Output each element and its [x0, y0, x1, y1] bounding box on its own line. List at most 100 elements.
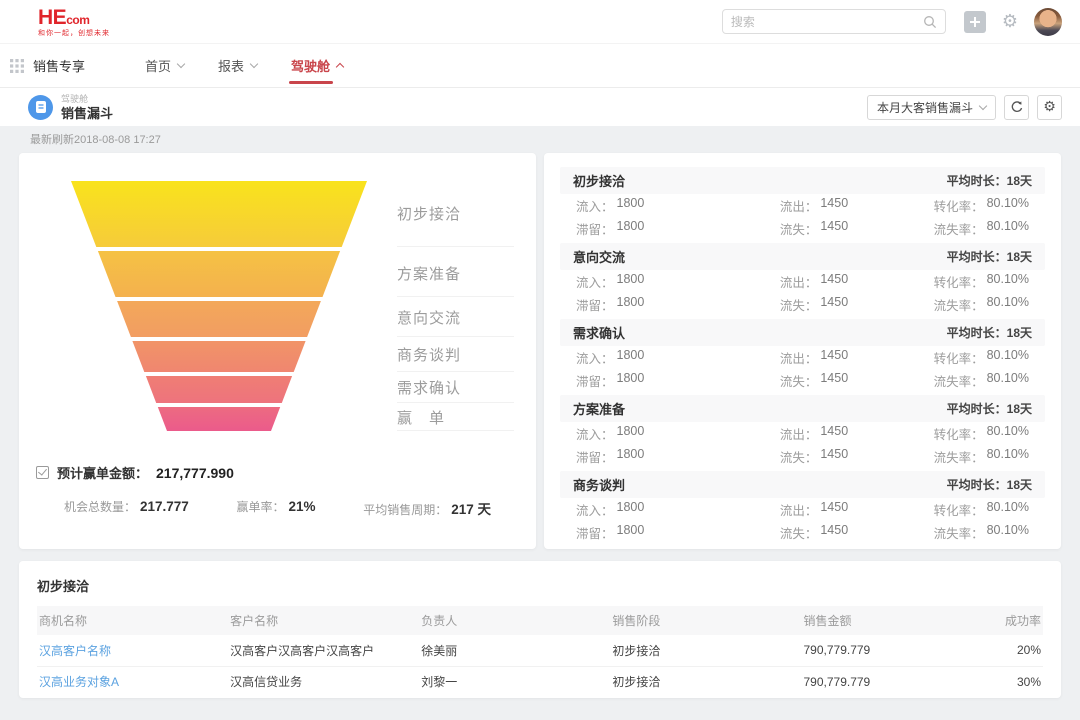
metric-inflow: 流入： 1800 [576, 348, 780, 367]
stage-section: 商务谈判 平均时长：18天 流入： 1800 流出： 1450 转化率： 80.… [560, 471, 1045, 544]
funnel-segment[interactable] [69, 181, 369, 247]
logo-he: HE [38, 6, 66, 29]
chevron-down-icon [177, 60, 185, 68]
cell-stage: 初步接洽 [610, 635, 801, 666]
dashboard-doc-icon [28, 95, 53, 120]
expected-amount-row: 预计赢单金额： 217,777.990 [36, 463, 536, 482]
page-title-bar: 驾驶舱 销售漏斗 本月大客销售漏斗 ⚙ [0, 88, 1080, 126]
col-success-rate: 成功率 [962, 606, 1043, 635]
nav-item-reports[interactable]: 报表 [218, 44, 257, 87]
chevron-down-icon [250, 60, 258, 68]
funnel-segment[interactable] [69, 251, 369, 297]
stage-metric-row: 流入： 1800 流出： 1450 转化率： 80.10% [560, 194, 1045, 217]
stage-section: 意向交流 平均时长：18天 流入： 1800 流出： 1450 转化率： 80.… [560, 243, 1045, 316]
metric-lost: 流失： 1450 [780, 523, 916, 542]
col-sales-stage: 销售阶段 [610, 606, 801, 635]
cell-amount: 790,779.779 [802, 666, 963, 697]
funnel-stage-label: 需求确认 [397, 377, 514, 403]
nav-bar: 销售专享 首页 报表 驾驶舱 [0, 44, 1080, 88]
cell-amount: 790,779.779 [802, 635, 963, 666]
app-grid-icon[interactable] [10, 59, 24, 73]
metric-loss-rate: 流失率： 80.10% [916, 523, 1029, 542]
stage-duration: 平均时长：18天 [947, 476, 1032, 493]
funnel-segment[interactable] [69, 376, 369, 403]
funnel-stage-label: 商务谈判 [397, 344, 514, 372]
top-header: HEcom 和你一起，创想未来 ⚙ [0, 0, 1080, 44]
stat-label: 机会总数量： [64, 498, 136, 515]
opportunity-link[interactable]: 汉高客户名称 [39, 644, 111, 658]
expected-amount-label: 预计赢单金额： [57, 463, 148, 482]
duration-label: 平均时长： [947, 250, 1007, 264]
add-button[interactable] [964, 11, 986, 33]
stage-metric-row: 滞留： 1800 流失： 1450 流失率： 80.10% [560, 293, 1045, 316]
table-title: 初步接洽 [37, 576, 1043, 595]
stage-metric-row: 流入： 1800 流出： 1450 转化率： 80.10% [560, 346, 1045, 369]
user-avatar[interactable] [1034, 8, 1062, 36]
funnel-segment[interactable] [69, 407, 369, 431]
funnel-stage-label: 意向交流 [397, 307, 514, 337]
refresh-button[interactable] [1004, 95, 1029, 120]
cell-owner: 徐美丽 [419, 635, 610, 666]
metric-conversion-rate: 转化率： 80.10% [916, 196, 1029, 215]
opportunity-table-card: 初步接洽 商机名称 客户名称 负责人 销售阶段 销售金额 成功率 汉高客户名称 … [19, 561, 1061, 698]
metric-stagnant: 滞留： 1800 [576, 523, 780, 542]
nav-items: 首页 报表 驾驶舱 [145, 44, 343, 87]
stage-metric-row: 流入： 1800 流出： 1450 转化率： 80.10% [560, 422, 1045, 445]
stage-name: 意向交流 [573, 247, 625, 266]
logo-text: HEcom [38, 7, 110, 28]
nav-item-home[interactable]: 首页 [145, 44, 184, 87]
metric-outflow: 流出： 1450 [780, 424, 916, 443]
metric-conversion-rate: 转化率： 80.10% [916, 272, 1029, 291]
stat-value: 217 天 [451, 498, 491, 518]
last-refreshed-text: 最新刷新2018-08-08 17:27 [0, 126, 1080, 153]
funnel-selector-dropdown[interactable]: 本月大客销售漏斗 [867, 95, 996, 120]
metric-inflow: 流入： 1800 [576, 272, 780, 291]
stage-header: 方案准备 平均时长：18天 [560, 395, 1045, 422]
funnel-segment[interactable] [69, 301, 369, 337]
metric-inflow: 流入： 1800 [576, 196, 780, 215]
funnel-segment[interactable] [69, 341, 369, 372]
table-row[interactable]: 汉高业务对象A 汉高信贷业务 刘黎一 初步接洽 790,779.779 30% [37, 666, 1043, 697]
stat-value: 217.777 [140, 499, 189, 514]
cell-stage: 初步接洽 [610, 666, 801, 697]
expected-amount-value: 217,777.990 [156, 465, 234, 481]
metric-conversion-rate: 转化率： 80.10% [916, 348, 1029, 367]
stat-label: 平均销售周期： [363, 501, 447, 518]
search-input[interactable] [731, 15, 923, 29]
metric-inflow: 流入： 1800 [576, 500, 780, 519]
table-header-row: 商机名称 客户名称 负责人 销售阶段 销售金额 成功率 [37, 606, 1043, 635]
stat-avg-cycle: 平均销售周期： 217 天 [363, 498, 491, 518]
metric-lost: 流失： 1450 [780, 447, 916, 466]
col-customer-name: 客户名称 [228, 606, 419, 635]
search-icon [923, 15, 937, 29]
cell-success-rate: 20% [962, 635, 1043, 666]
metric-lost: 流失： 1450 [780, 295, 916, 314]
stat-total-opportunities: 机会总数量： 217.777 [64, 498, 189, 518]
global-search-box[interactable] [722, 9, 946, 34]
nav-cockpit-label: 驾驶舱 [291, 56, 330, 75]
col-sales-amount: 销售金额 [802, 606, 963, 635]
cell-customer: 汉高信贷业务 [228, 666, 419, 697]
stage-metric-row: 滞留： 1800 流失： 1450 流失率： 80.10% [560, 217, 1045, 240]
metric-loss-rate: 流失率： 80.10% [916, 219, 1029, 238]
metric-stagnant: 滞留： 1800 [576, 219, 780, 238]
stage-metric-row: 滞留： 1800 流失： 1450 流失率： 80.10% [560, 445, 1045, 468]
stage-header: 意向交流 平均时长：18天 [560, 243, 1045, 270]
stage-metric-row: 流入： 1800 流出： 1450 转化率： 80.10% [560, 498, 1045, 521]
title-actions: 本月大客销售漏斗 ⚙ [867, 95, 1062, 120]
workspace-label[interactable]: 销售专享 [33, 56, 85, 75]
header-settings-gear-icon[interactable]: ⚙ [1002, 13, 1018, 31]
stage-name: 需求确认 [573, 323, 625, 342]
table-row[interactable]: 汉高客户名称 汉高客户汉高客户汉高客户 徐美丽 初步接洽 790,779.779… [37, 635, 1043, 666]
nav-home-label: 首页 [145, 56, 171, 75]
metric-lost: 流失： 1450 [780, 371, 916, 390]
stage-metric-row: 滞留： 1800 流失： 1450 流失率： 80.10% [560, 369, 1045, 392]
nav-item-cockpit[interactable]: 驾驶舱 [291, 44, 343, 87]
card-settings-gear-icon[interactable]: ⚙ [1037, 95, 1062, 120]
logo-com: com [66, 13, 89, 27]
stat-label: 赢单率： [236, 498, 284, 515]
duration-label: 平均时长： [947, 174, 1007, 188]
stage-metric-row: 滞留： 1800 流失： 1450 流失率： 80.10% [560, 521, 1045, 544]
opportunity-link[interactable]: 汉高业务对象A [39, 675, 119, 689]
stage-header: 初步接洽 平均时长：18天 [560, 167, 1045, 194]
